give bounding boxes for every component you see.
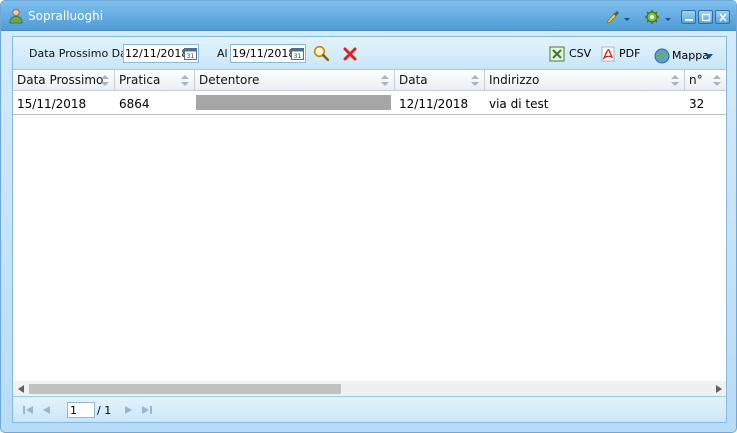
svg-text:31: 31 [187, 53, 195, 60]
calendar-icon[interactable]: 31 [291, 47, 304, 60]
sort-icon[interactable] [671, 75, 679, 86]
cell-numero: 32 [689, 97, 705, 111]
paging-toolbar: / 1 [13, 396, 726, 422]
column-header-detentore[interactable]: Detentore [195, 70, 395, 91]
search-icon[interactable] [313, 45, 329, 61]
grid-header: Data Prossimo Pratica Detentore Data Ind… [13, 70, 726, 91]
to-date-input[interactable] [231, 45, 293, 62]
column-header-pratica[interactable]: Pratica [115, 70, 195, 91]
scrollbar-thumb[interactable] [29, 384, 341, 394]
column-header-data[interactable]: Data [395, 70, 485, 91]
gear-menu-icon[interactable] [643, 10, 673, 24]
maximize-icon [701, 13, 711, 22]
cell-pratica: 6864 [119, 97, 150, 111]
table-row[interactable]: 15/11/2018 6864 12/11/2018 via di test 3… [13, 92, 726, 115]
column-header-indirizzo[interactable]: Indirizzo [485, 70, 685, 91]
last-page-icon[interactable] [142, 405, 152, 415]
window-title: Sopralluoghi [28, 9, 104, 23]
maximize-button[interactable] [698, 10, 713, 24]
filter-toolbar: Data Prossimo Dal 31 Al 31 [13, 37, 726, 70]
to-date-label: Al [217, 47, 228, 60]
sort-icon[interactable] [381, 75, 389, 86]
cell-data: 12/11/2018 [399, 97, 469, 111]
cell-detentore-redacted [196, 95, 391, 110]
globe-icon[interactable] [654, 48, 670, 64]
previous-page-icon[interactable] [42, 405, 52, 415]
chevron-down-icon[interactable] [705, 54, 713, 59]
user-icon [9, 8, 23, 24]
sopralluoghi-panel: Data Prossimo Dal 31 Al 31 [12, 36, 727, 423]
brush-menu-icon[interactable] [604, 10, 632, 24]
csv-icon[interactable] [549, 46, 565, 62]
scroll-left-icon[interactable] [18, 385, 24, 393]
clear-filter-icon[interactable] [342, 46, 358, 62]
page-count: / 1 [97, 404, 112, 417]
pdf-button[interactable]: PDF [619, 47, 640, 60]
column-header-data-prossimo[interactable]: Data Prossimo [13, 70, 115, 91]
csv-button[interactable]: CSV [569, 47, 591, 60]
sort-icon[interactable] [471, 75, 479, 86]
from-date-field[interactable]: 31 [123, 44, 199, 63]
cell-data-prossimo: 15/11/2018 [17, 97, 87, 111]
calendar-icon[interactable]: 31 [184, 47, 197, 60]
sort-icon[interactable] [101, 75, 109, 86]
to-date-field[interactable]: 31 [230, 44, 306, 63]
sopralluoghi-window: Sopralluoghi Data Prossimo Dal 12/11/201… [0, 0, 737, 433]
sort-icon[interactable] [181, 75, 189, 86]
next-page-icon[interactable] [123, 405, 133, 415]
scroll-right-icon[interactable] [716, 385, 722, 393]
window-titlebar[interactable]: Sopralluoghi [1, 1, 736, 31]
cell-indirizzo: via di test [489, 97, 549, 111]
column-header-numero[interactable]: n° [685, 70, 726, 91]
close-button[interactable] [715, 10, 730, 24]
minimize-icon [685, 19, 693, 21]
close-icon [719, 13, 727, 22]
svg-text:31: 31 [294, 53, 302, 60]
map-button[interactable]: Mappa [672, 49, 709, 62]
horizontal-scrollbar[interactable] [13, 381, 726, 396]
sort-icon[interactable] [713, 75, 721, 86]
from-date-label: Data Prossimo Dal [29, 47, 130, 60]
page-number-input[interactable] [67, 402, 95, 418]
first-page-icon[interactable] [23, 405, 33, 415]
from-date-input[interactable] [124, 45, 186, 62]
minimize-button[interactable] [681, 10, 696, 24]
pdf-icon[interactable] [600, 46, 616, 62]
